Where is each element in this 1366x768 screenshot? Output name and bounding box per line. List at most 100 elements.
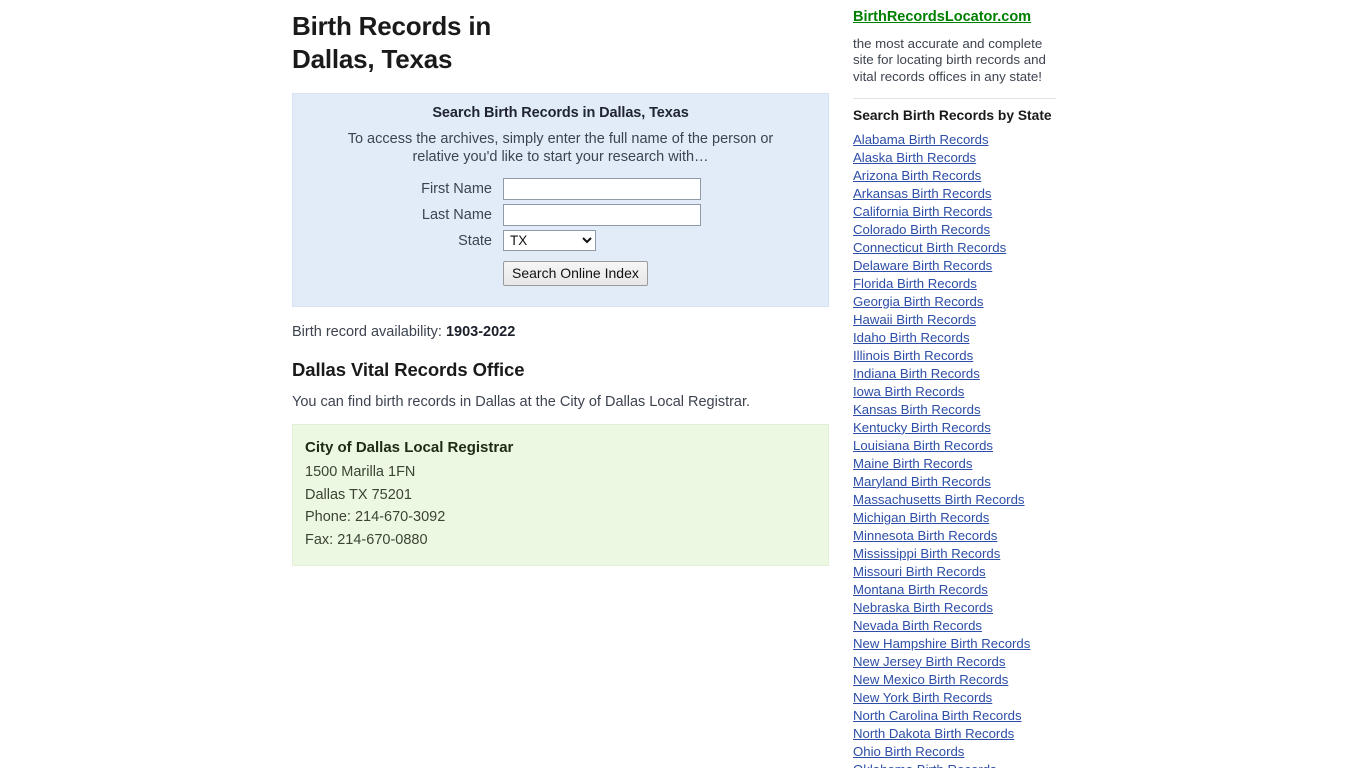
state-link[interactable]: New Hampshire Birth Records [853,635,1030,653]
state-link[interactable]: Minnesota Birth Records [853,527,997,545]
search-panel-description: To access the archives, simply enter the… [347,131,774,165]
sidebar-divider [853,97,1056,99]
state-list-item: Alabama Birth Records [853,131,1085,149]
state-list-item: Oklahoma Birth Records [853,761,1085,768]
state-link[interactable]: Alabama Birth Records [853,131,989,149]
state-link[interactable]: California Birth Records [853,203,992,221]
state-link[interactable]: New York Birth Records [853,689,992,707]
page-title-line-1: Birth Records in [292,11,492,41]
last-name-label: Last Name [421,207,492,223]
sidebar-heading: Search Birth Records by State [853,107,1052,123]
first-name-label: First Name [421,181,492,197]
state-link[interactable]: Montana Birth Records [853,581,988,599]
state-link[interactable]: Maine Birth Records [853,455,972,473]
state-list-item: Iowa Birth Records [853,383,1085,401]
state-link[interactable]: Kansas Birth Records [853,401,981,419]
vital-records-office-text: You can find birth records in Dallas at … [292,394,751,410]
state-link[interactable]: Oklahoma Birth Records [853,761,997,768]
state-link[interactable]: Nebraska Birth Records [853,599,993,617]
office-phone: Phone: 214-670-3092 [305,509,446,525]
availability-line: Birth record availability: 1903-2022 [292,324,829,340]
state-list-item: Maine Birth Records [853,455,1085,473]
state-list-item: Arkansas Birth Records [853,185,1085,203]
office-fax: Fax: 214-670-0880 [305,531,428,548]
submit-spacer [293,261,503,286]
state-list-item: Kentucky Birth Records [853,419,1085,437]
state-list-item: North Carolina Birth Records [853,707,1085,725]
sidebar: BirthRecordsLocator.com the most accurat… [853,0,1085,768]
state-link[interactable]: Michigan Birth Records [853,509,989,527]
state-link[interactable]: Mississippi Birth Records [853,545,1000,563]
state-list-item: Idaho Birth Records [853,329,1085,347]
state-list-item: New Jersey Birth Records [853,653,1085,671]
state-list-item: Georgia Birth Records [853,293,1085,311]
state-list-item: New York Birth Records [853,689,1085,707]
state-link[interactable]: New Mexico Birth Records [853,671,1008,689]
state-list-item: North Dakota Birth Records [853,725,1085,743]
state-link[interactable]: Hawaii Birth Records [853,311,976,329]
last-name-input[interactable] [503,204,701,226]
submit-row: Search Online Index [293,261,828,286]
state-link[interactable]: Indiana Birth Records [853,365,980,383]
state-row: State TX [293,230,828,251]
search-online-index-button[interactable]: Search Online Index [503,261,648,286]
search-panel-title: Search Birth Records in Dallas, Texas [432,105,689,121]
state-list-item: Delaware Birth Records [853,257,1085,275]
state-list-item: Hawaii Birth Records [853,311,1085,329]
state-link[interactable]: Alaska Birth Records [853,149,976,167]
state-list-item: Missouri Birth Records [853,563,1085,581]
office-address-line-2: Dallas TX 75201 [305,486,412,503]
state-select[interactable]: TX [503,230,596,251]
state-link[interactable]: Kentucky Birth Records [853,419,991,437]
state-link[interactable]: Idaho Birth Records [853,329,970,347]
state-list-item: Nevada Birth Records [853,617,1085,635]
availability-value: 1903-2022 [445,324,516,340]
state-list-item: Maryland Birth Records [853,473,1085,491]
page-title-line-2: Dallas, Texas [292,44,453,74]
state-list-item: New Mexico Birth Records [853,671,1085,689]
state-label: State [458,232,492,249]
state-link[interactable]: Florida Birth Records [853,275,977,293]
state-list-item: Louisiana Birth Records [853,437,1085,455]
state-link[interactable]: Arkansas Birth Records [853,185,992,203]
state-list-item: Illinois Birth Records [853,347,1085,365]
state-list-item: Montana Birth Records [853,581,1085,599]
state-list-item: Mississippi Birth Records [853,545,1085,563]
state-link[interactable]: North Dakota Birth Records [853,725,1014,743]
state-link[interactable]: North Carolina Birth Records [853,707,1022,725]
state-link[interactable]: Missouri Birth Records [853,563,986,581]
state-list-item: Kansas Birth Records [853,401,1085,419]
state-link[interactable]: Nevada Birth Records [853,617,982,635]
state-link[interactable]: Arizona Birth Records [853,167,981,185]
availability-label: Birth record availability: [292,324,442,340]
state-link[interactable]: Connecticut Birth Records [853,239,1006,257]
state-list-item: Florida Birth Records [853,275,1085,293]
state-link[interactable]: Iowa Birth Records [853,383,964,401]
state-list-item: Massachusetts Birth Records [853,491,1085,509]
state-list-item: Arizona Birth Records [853,167,1085,185]
state-link[interactable]: Illinois Birth Records [853,347,973,365]
state-link[interactable]: Colorado Birth Records [853,221,990,239]
site-title-link[interactable]: BirthRecordsLocator.com [853,0,1031,25]
state-link[interactable]: New Jersey Birth Records [853,653,1005,671]
state-link[interactable]: Delaware Birth Records [853,257,992,275]
vital-records-office-heading: Dallas Vital Records Office [292,359,525,380]
state-link[interactable]: Massachusetts Birth Records [853,491,1025,509]
office-info-box: City of Dallas Local Registrar 1500 Mari… [292,424,829,566]
state-link[interactable]: Georgia Birth Records [853,293,983,311]
search-form: First Name Last Name State TX Search Onl… [293,178,828,286]
state-list-item: Indiana Birth Records [853,365,1085,383]
state-link[interactable]: Louisiana Birth Records [853,437,993,455]
office-address-line-1: 1500 Marilla 1FN [305,464,416,480]
first-name-row: First Name [293,178,828,200]
site-tagline: the most accurate and complete site for … [853,36,1046,84]
last-name-row: Last Name [293,204,828,226]
state-link[interactable]: Maryland Birth Records [853,473,991,491]
state-list-item: Alaska Birth Records [853,149,1085,167]
search-panel: Search Birth Records in Dallas, Texas To… [292,93,829,307]
first-name-input[interactable] [503,178,701,200]
state-list-item: Connecticut Birth Records [853,239,1085,257]
state-list-item: New Hampshire Birth Records [853,635,1085,653]
state-list-item: Ohio Birth Records [853,743,1085,761]
state-link[interactable]: Ohio Birth Records [853,743,964,761]
